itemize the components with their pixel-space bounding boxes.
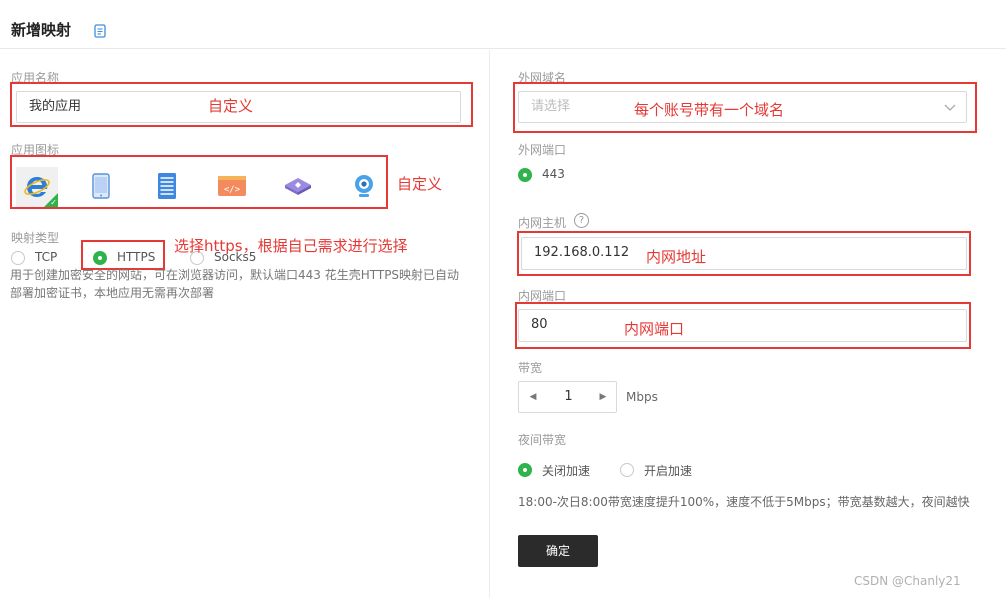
increment-button[interactable]: ▶: [589, 382, 617, 412]
column-divider: [489, 50, 490, 598]
night-bandwidth-note: 18:00-次日8:00带宽速度提升100%，速度不低于5Mbps；带宽基数越大…: [518, 495, 970, 509]
mapping-type-label: 映射类型: [11, 231, 60, 245]
radio-night-off[interactable]: [518, 463, 532, 477]
radio-night-off-label[interactable]: 关闭加速: [542, 462, 590, 479]
external-port-label: 外网端口: [518, 143, 567, 157]
mapping-type-description: 用于创建加密安全的网站，可在浏览器访问，默认端口443 花生壳HTTPS映射已自…: [10, 266, 480, 302]
radio-night-on-label[interactable]: 开启加速: [644, 462, 692, 479]
confirm-button[interactable]: 确定: [518, 535, 598, 567]
page-title: 新增映射: [11, 21, 72, 39]
bandwidth-label: 带宽: [518, 361, 543, 375]
radio-night-on[interactable]: [620, 463, 634, 477]
night-bandwidth-label: 夜间带宽: [518, 433, 567, 447]
decrement-button[interactable]: ◀: [519, 382, 547, 412]
watermark: CSDN @Chanly21: [854, 574, 961, 588]
annotation-domain: 每个账号带有一个域名: [634, 101, 785, 119]
radio-tcp[interactable]: [11, 251, 25, 265]
annotation-port: 内网端口: [624, 320, 685, 338]
description-line-2: 部署加密证书，本地应用无需再次部署: [10, 286, 215, 300]
bandwidth-unit: Mbps: [626, 390, 658, 404]
annotation-https: 选择https，根据自己需求进行选择: [174, 237, 408, 255]
external-port-value: 443: [542, 167, 565, 181]
bandwidth-value[interactable]: 1: [547, 382, 590, 412]
annotation-app-name: 自定义: [208, 97, 254, 115]
annotation-icon: 自定义: [397, 175, 443, 193]
help-icon[interactable]: ?: [574, 213, 589, 228]
annotation-box-port: [515, 302, 971, 349]
radio-tcp-label[interactable]: TCP: [35, 250, 57, 264]
annotation-box-host: [517, 231, 971, 276]
annotation-host: 内网地址: [646, 248, 707, 266]
internal-host-label: 内网主机: [518, 216, 567, 230]
document-icon[interactable]: [94, 24, 106, 38]
radio-external-port-443[interactable]: [518, 168, 532, 182]
annotation-box-icon: [10, 155, 388, 209]
header-bar: 新增映射: [0, 0, 1006, 49]
bandwidth-stepper[interactable]: ◀ 1 ▶: [518, 381, 617, 413]
description-line-1: 用于创建加密安全的网站，可在浏览器访问，默认端口443 花生壳HTTPS映射已自…: [10, 268, 460, 282]
